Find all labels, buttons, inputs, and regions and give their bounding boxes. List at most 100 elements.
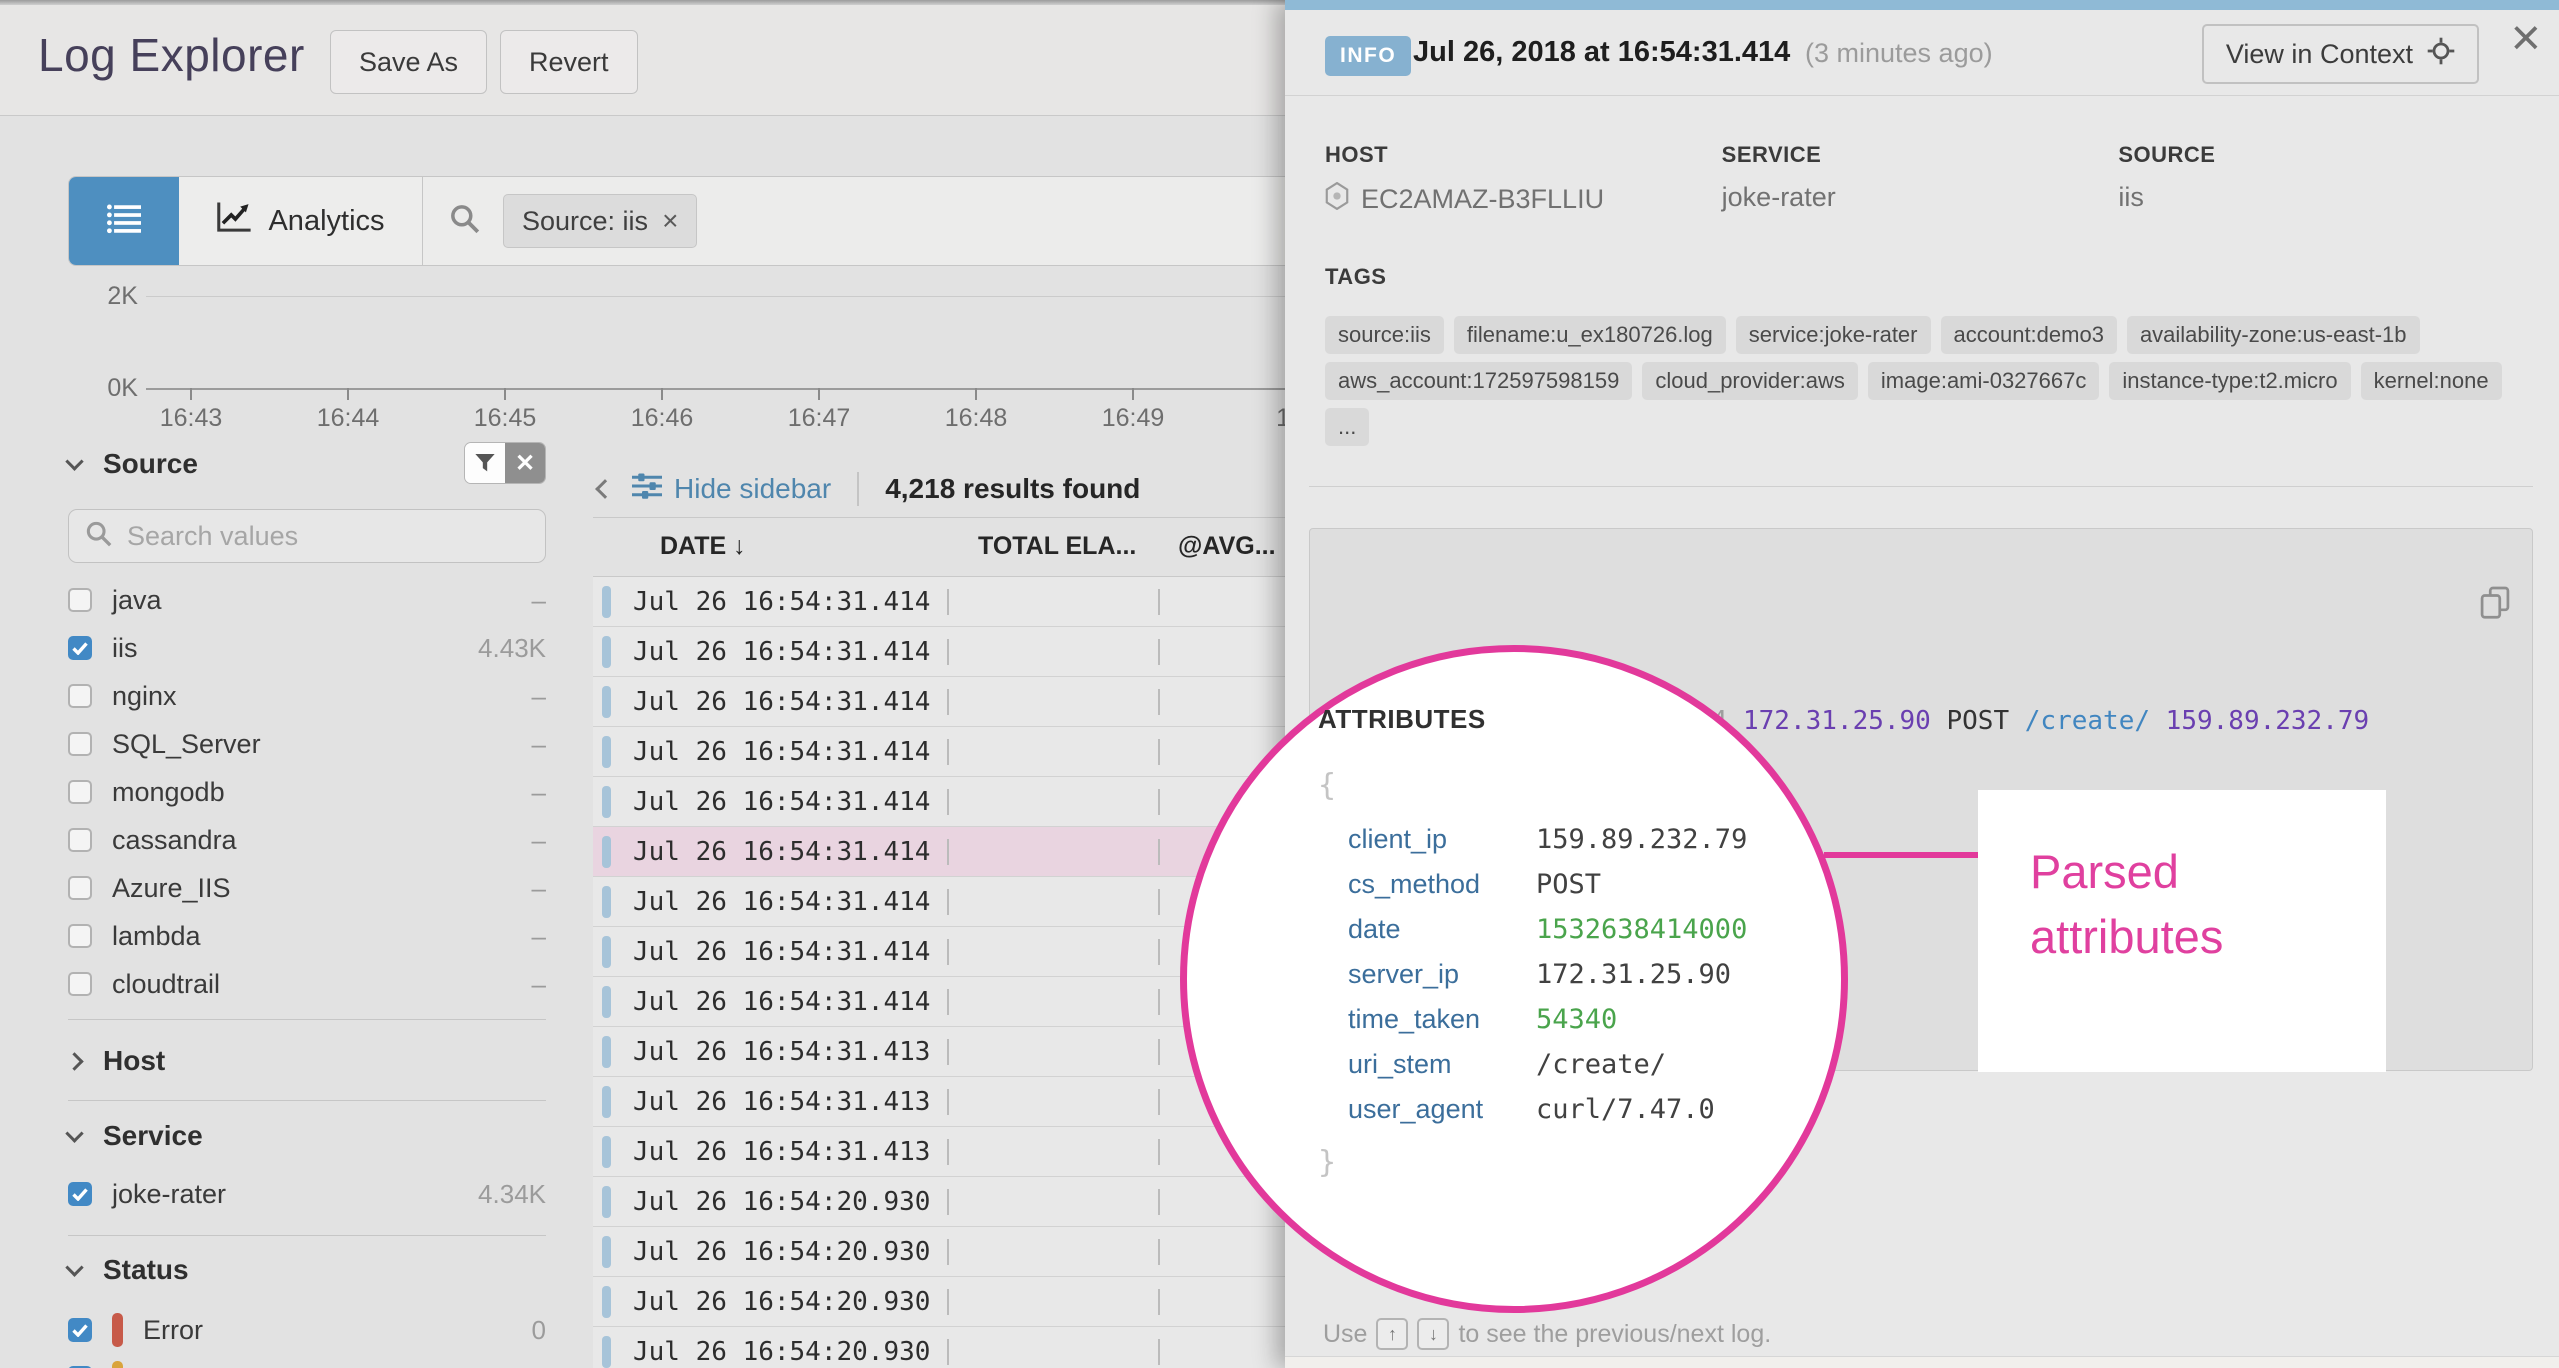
table-row[interactable]: Jul 26 16:54:31.414 — [593, 827, 1285, 877]
attribute-row[interactable]: date 1532638414000 — [1318, 907, 1778, 952]
facet-search[interactable] — [68, 509, 546, 563]
attribute-key[interactable]: user_agent — [1348, 1094, 1508, 1125]
facet-search-input[interactable] — [127, 521, 529, 552]
table-row[interactable]: Jul 26 16:54:31.413 — [593, 1027, 1285, 1077]
funnel-icon[interactable] — [465, 443, 505, 483]
view-in-context-button[interactable]: View in Context — [2202, 24, 2479, 84]
attribute-row[interactable]: time_taken 54340 — [1318, 997, 1778, 1042]
attribute-row[interactable]: server_ip 172.31.25.90 — [1318, 952, 1778, 997]
table-row[interactable]: Jul 26 16:54:31.413 — [593, 1077, 1285, 1127]
facet-item[interactable]: Azure_IIS – — [68, 864, 546, 912]
table-row[interactable]: Jul 26 16:54:20.930 — [593, 1227, 1285, 1277]
tag-chip[interactable]: source:iis — [1325, 316, 1444, 354]
hide-sidebar-link[interactable]: Hide sidebar — [632, 472, 831, 507]
attribute-row[interactable]: uri_stem /create/ — [1318, 1042, 1778, 1087]
attribute-row[interactable]: client_ip 159.89.232.79 — [1318, 817, 1778, 862]
copy-icon[interactable] — [2355, 547, 2510, 671]
facet-item[interactable]: mongodb – — [68, 768, 546, 816]
facet-title: Service — [103, 1120, 203, 1152]
attribute-key[interactable]: time_taken — [1348, 1004, 1508, 1035]
source-filter-toggle[interactable]: ✕ — [464, 442, 546, 484]
analytics-tab[interactable]: Analytics — [179, 177, 423, 265]
facet-item-count: 0 — [532, 1315, 546, 1346]
host-value[interactable]: EC2AMAZ-B3FLLIU — [1361, 184, 1604, 215]
tag-chip[interactable]: kernel:none — [2361, 362, 2502, 400]
checkbox[interactable] — [68, 732, 92, 756]
attribute-row[interactable]: cs_method POST — [1318, 862, 1778, 907]
revert-button[interactable]: Revert — [500, 30, 638, 94]
service-value[interactable]: joke-rater — [1722, 182, 1836, 213]
checkbox[interactable] — [68, 876, 92, 900]
table-row[interactable]: Jul 26 16:54:31.414 — [593, 777, 1285, 827]
table-row[interactable]: Jul 26 16:54:31.414 — [593, 677, 1285, 727]
facet-item[interactable]: cloudtrail – — [68, 960, 546, 1008]
tag-chip[interactable]: availability-zone:us-east-1b — [2127, 316, 2420, 354]
row-timestamp: Jul 26 16:54:20.930 — [633, 1187, 930, 1217]
tag-chip[interactable]: filename:u_ex180726.log — [1454, 316, 1726, 354]
checkbox[interactable] — [68, 1182, 92, 1206]
table-row[interactable]: Jul 26 16:54:31.414 — [593, 627, 1285, 677]
checkbox[interactable] — [68, 924, 92, 948]
facet-item[interactable]: nginx – — [68, 672, 546, 720]
facet-header-source[interactable]: Source ✕ — [68, 448, 546, 480]
source-value[interactable]: iis — [2118, 182, 2144, 213]
column-header-date[interactable]: DATE ↓ — [660, 532, 746, 561]
tag-chip[interactable]: image:ami-0327667c — [1868, 362, 2099, 400]
facet-header-service[interactable]: Service — [68, 1120, 546, 1152]
attribute-key[interactable]: uri_stem — [1348, 1049, 1508, 1080]
facet-item[interactable]: java – — [68, 576, 546, 624]
tag-chip[interactable]: instance-type:t2.micro — [2109, 362, 2350, 400]
table-header: DATE ↓ TOTAL ELA... @AVG... — [593, 517, 1285, 577]
tag-chip[interactable]: ... — [1325, 408, 1369, 446]
facet-item[interactable]: Error 0 — [68, 1306, 546, 1354]
save-as-button[interactable]: Save As — [330, 30, 487, 94]
facet-header-host[interactable]: Host — [68, 1045, 546, 1077]
brace-close: } — [1318, 1148, 1778, 1178]
attribute-key[interactable]: date — [1348, 914, 1508, 945]
checkbox[interactable] — [68, 684, 92, 708]
checkbox[interactable] — [68, 780, 92, 804]
tag-chip[interactable]: service:joke-rater — [1736, 316, 1931, 354]
list-view-button[interactable] — [69, 177, 179, 265]
checkbox[interactable] — [68, 588, 92, 612]
checkbox[interactable] — [68, 636, 92, 660]
panel-bottom-strip — [1285, 1356, 2559, 1368]
attribute-row[interactable]: user_agent curl/7.47.0 — [1318, 1087, 1778, 1132]
table-row[interactable]: Jul 26 16:54:20.930 — [593, 1327, 1285, 1368]
table-row[interactable]: Jul 26 16:54:20.930 — [593, 1177, 1285, 1227]
facet-item[interactable]: joke-rater 4.34K — [68, 1170, 546, 1218]
facet-item[interactable]: SQL_Server – — [68, 720, 546, 768]
facet-header-status[interactable]: Status — [68, 1254, 546, 1286]
column-header-total-elapsed[interactable]: TOTAL ELA... — [978, 532, 1136, 561]
column-header-avg[interactable]: @AVG... — [1178, 532, 1276, 561]
x-axis-tick-label: 16:44 — [317, 404, 380, 433]
facet-item[interactable]: Warn — [68, 1354, 546, 1368]
tag-chip[interactable]: account:demo3 — [1941, 316, 2117, 354]
table-row[interactable]: Jul 26 16:54:31.414 — [593, 727, 1285, 777]
facet-item[interactable]: lambda – — [68, 912, 546, 960]
collapse-sidebar-icon[interactable] — [595, 479, 615, 499]
checkbox[interactable] — [68, 972, 92, 996]
facet-item-count: – — [532, 969, 546, 1000]
attribute-key[interactable]: client_ip — [1348, 824, 1508, 855]
search-bar[interactable]: Source: iis × — [423, 177, 1285, 265]
list-icon — [107, 204, 141, 239]
checkbox[interactable] — [68, 828, 92, 852]
close-icon[interactable]: × — [2511, 12, 2541, 64]
tag-chip[interactable]: aws_account:172597598159 — [1325, 362, 1632, 400]
clear-filter-icon[interactable]: ✕ — [505, 443, 545, 483]
tag-chip[interactable]: cloud_provider:aws — [1642, 362, 1858, 400]
remove-filter-icon[interactable]: × — [662, 205, 678, 237]
table-row[interactable]: Jul 26 16:54:31.414 — [593, 877, 1285, 927]
facet-item-count: – — [532, 729, 546, 760]
search-filter-chip[interactable]: Source: iis × — [503, 194, 697, 248]
table-row[interactable]: Jul 26 16:54:31.413 — [593, 1127, 1285, 1177]
attribute-key[interactable]: server_ip — [1348, 959, 1508, 990]
checkbox[interactable] — [68, 1318, 92, 1342]
facet-item[interactable]: cassandra – — [68, 816, 546, 864]
table-row[interactable]: Jul 26 16:54:20.930 — [593, 1277, 1285, 1327]
table-row[interactable]: Jul 26 16:54:31.414 — [593, 577, 1285, 627]
facet-item[interactable]: iis 4.43K — [68, 624, 546, 672]
x-axis-tick: 16:48 — [975, 388, 977, 400]
attribute-key[interactable]: cs_method — [1348, 869, 1508, 900]
